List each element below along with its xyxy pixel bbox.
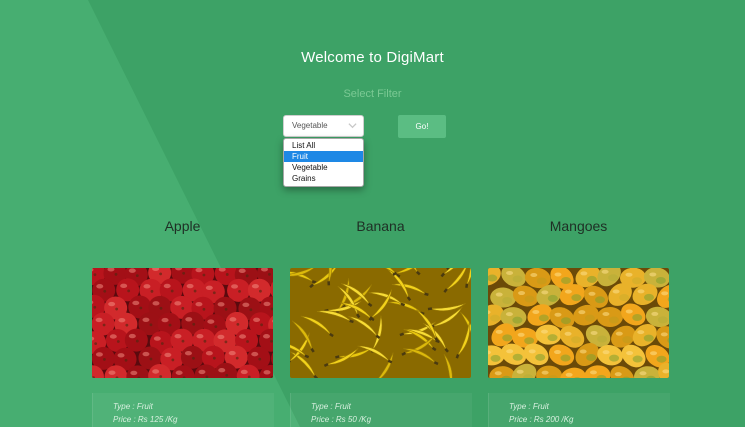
filter-dropdown-list: List All Fruit Vegetable Grains [283, 138, 364, 187]
product-info-panel-apple: Type : Fruit Price : Rs 125 /Kg [92, 393, 274, 427]
product-info-panel-banana: Type : Fruit Price : Rs 50 /Kg [290, 393, 472, 427]
filter-select[interactable]: Vegetable [283, 115, 364, 137]
chevron-down-icon [348, 123, 357, 129]
product-price-apple: Price : Rs 125 /Kg [113, 415, 178, 424]
product-image-banana[interactable] [290, 268, 471, 378]
product-name-banana: Banana [356, 218, 405, 234]
filter-label: Select Filter [343, 88, 402, 100]
product-type-banana: Type : Fruit [311, 402, 351, 411]
product-price-mangoes: Price : Rs 200 /Kg [509, 415, 574, 424]
product-info-panel-mangoes: Type : Fruit Price : Rs 200 /Kg [488, 393, 670, 427]
product-name-apple: Apple [164, 218, 201, 234]
product-image-mangoes[interactable] [488, 268, 669, 378]
dropdown-option-grains[interactable]: Grains [284, 173, 363, 184]
product-name-mangoes: Mangoes [549, 218, 608, 234]
dropdown-option-list-all[interactable]: List All [284, 140, 363, 151]
dropdown-option-fruit[interactable]: Fruit [284, 151, 363, 162]
product-type-apple: Type : Fruit [113, 402, 153, 411]
go-button[interactable]: Go! [398, 115, 446, 138]
page-title: Welcome to DigiMart [301, 49, 444, 66]
product-type-mangoes: Type : Fruit [509, 402, 549, 411]
dropdown-option-vegetable[interactable]: Vegetable [284, 162, 363, 173]
product-price-banana: Price : Rs 50 /Kg [311, 415, 372, 424]
product-image-apple[interactable] [92, 268, 273, 378]
filter-select-value: Vegetable [292, 121, 328, 130]
